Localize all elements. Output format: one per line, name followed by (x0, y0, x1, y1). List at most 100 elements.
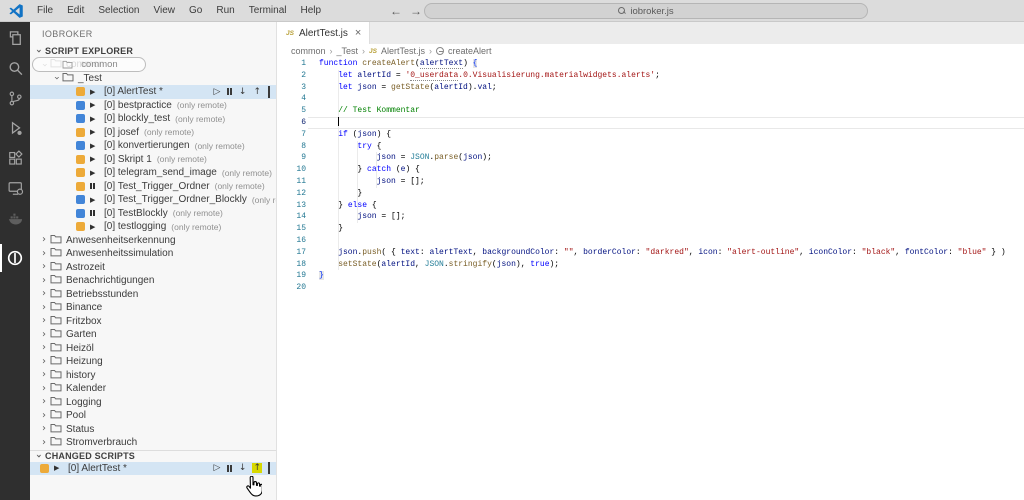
script-item[interactable]: ▶[0] Test_Trigger_Ordner_Blockly(only re… (30, 193, 276, 207)
vscode-logo (8, 3, 24, 19)
code-line[interactable]: 9 json = JSON.parse(json); (278, 152, 1024, 164)
breadcrumb-item[interactable]: createAlert (448, 46, 492, 56)
section-script-explorer[interactable]: › SCRIPT EXPLORER (30, 44, 276, 58)
folder-icon (48, 261, 66, 274)
code-line[interactable]: 12 } (278, 188, 1024, 200)
script-item[interactable]: ▶[0] AlertTest *▷↓↑ (30, 462, 276, 476)
code-line[interactable]: 15 } (278, 223, 1024, 235)
pause-icon[interactable] (226, 88, 233, 95)
folder-icon (60, 72, 78, 85)
chevron-right-icon: › (40, 371, 48, 379)
code-line[interactable]: 16 (278, 235, 1024, 247)
code-line[interactable]: 2 let alertId = '0_userdata.0.Visualisie… (278, 70, 1024, 82)
folder-item[interactable]: ›Fritzbox (30, 315, 276, 329)
source-control-icon[interactable] (0, 84, 30, 112)
code-line[interactable]: 8 try { (278, 141, 1024, 153)
section-changed-scripts[interactable]: › CHANGED SCRIPTS (30, 450, 276, 462)
upload-icon[interactable]: ↑ (252, 463, 262, 473)
code-line[interactable]: 6 (278, 117, 1024, 129)
menu-item-terminal[interactable]: Terminal (242, 2, 294, 19)
script-item[interactable]: ▶[0] AlertTest *▷↓↑ (30, 85, 276, 99)
tab-alerttest[interactable]: JS AlertTest.js × (278, 22, 370, 44)
code-line[interactable]: 7 if (json) { (278, 129, 1024, 141)
folder-item[interactable]: ›Betriebsstunden (30, 288, 276, 302)
folder-item[interactable]: ›Logging (30, 396, 276, 410)
extensions-icon[interactable] (0, 144, 30, 172)
sidebar: IOBROKER › SCRIPT EXPLORER ›common›_Test… (30, 22, 277, 500)
code-line[interactable]: 10 } catch (e) { (278, 164, 1024, 176)
script-item[interactable]: ▶[0] blockly_test(only remote) (30, 112, 276, 126)
close-icon[interactable]: × (355, 27, 361, 39)
tree-find-widget[interactable]: common (32, 57, 146, 72)
menu-item-help[interactable]: Help (294, 2, 329, 19)
docker-icon[interactable] (0, 204, 30, 232)
menu-item-file[interactable]: File (30, 2, 60, 19)
nav-forward-arrow[interactable]: → (410, 4, 422, 18)
menu-item-selection[interactable]: Selection (91, 2, 146, 19)
iobroker-icon[interactable] (0, 244, 30, 272)
script-item[interactable]: ▶[0] telegram_send_image(only remote) (30, 166, 276, 180)
script-item[interactable]: ▶[0] bestpractice(only remote) (30, 99, 276, 113)
breadcrumb-item[interactable]: common (291, 46, 326, 56)
script-item[interactable]: ▶[0] testlogging(only remote) (30, 220, 276, 234)
code-line[interactable]: 20 (278, 282, 1024, 294)
folder-item[interactable]: ›Stromverbrauch (30, 436, 276, 450)
folder-item[interactable]: ›Pool (30, 409, 276, 423)
folder-item[interactable]: ›Kalender (30, 382, 276, 396)
code-line[interactable]: 11 json = []; (278, 176, 1024, 188)
menu-item-run[interactable]: Run (209, 2, 241, 19)
script-item[interactable]: [0] TestBlockly(only remote) (30, 207, 276, 221)
search-icon[interactable] (0, 54, 30, 82)
menu-item-go[interactable]: Go (182, 2, 209, 19)
explorer-icon[interactable] (0, 24, 30, 52)
folder-item[interactable]: ›Garten (30, 328, 276, 342)
script-item[interactable]: ▶[0] konvertierungen(only remote) (30, 139, 276, 153)
remote-explorer-icon[interactable] (0, 174, 30, 202)
chevron-down-icon: › (34, 452, 42, 460)
folder-label: Anwesenheitssimulation (66, 248, 173, 259)
script-item[interactable]: ▶[0] josef(only remote) (30, 126, 276, 140)
code-line[interactable]: 3 let json = getState(alertId).val; (278, 82, 1024, 94)
download-icon[interactable]: ↓ (238, 463, 248, 473)
code-line[interactable]: 17 json.push( { text: alertText, backgro… (278, 247, 1024, 259)
folder-item[interactable]: ›Benachrichtigungen (30, 274, 276, 288)
folder-item[interactable]: ›Anwesenheitssimulation (30, 247, 276, 261)
code-line[interactable]: 13 } else { (278, 200, 1024, 212)
code-line[interactable]: 19} (278, 270, 1024, 282)
code-line[interactable]: 14 json = []; (278, 211, 1024, 223)
run-icon[interactable]: ▷ (212, 463, 221, 473)
folder-item[interactable]: ›Binance (30, 301, 276, 315)
folder-item[interactable]: ›Status (30, 423, 276, 437)
pause-icon[interactable] (226, 465, 233, 472)
open-to-side-icon[interactable] (267, 87, 271, 97)
folder-item[interactable]: ›Astrozeit (30, 261, 276, 275)
folder-item[interactable]: ›Anwesenheitserkennung (30, 234, 276, 248)
open-to-side-icon[interactable] (267, 463, 271, 473)
download-icon[interactable]: ↓ (238, 87, 248, 97)
code-area[interactable]: 1function createAlert(alertText) {2 let … (278, 58, 1024, 500)
script-item[interactable]: ▶[0] Skript 1(only remote) (30, 153, 276, 167)
folder-item[interactable]: ›Heizung (30, 355, 276, 369)
folder-item[interactable]: ›Heizöl (30, 342, 276, 356)
menu-item-view[interactable]: View (147, 2, 183, 19)
code-line[interactable]: 18 setState(alertId, JSON.stringify(json… (278, 259, 1024, 271)
line-content: function createAlert(alertText) { (319, 58, 477, 70)
upload-icon[interactable]: ↑ (252, 87, 262, 97)
run-debug-icon[interactable] (0, 114, 30, 142)
breadcrumb-item[interactable]: AlertTest.js (381, 46, 425, 56)
script-item[interactable]: [0] Test_Trigger_Ordner(only remote) (30, 180, 276, 194)
play-icon: ▶ (90, 223, 100, 231)
menu-item-edit[interactable]: Edit (60, 2, 91, 19)
command-center-search[interactable]: iobroker.js (424, 3, 868, 19)
breadcrumb-item[interactable]: _Test (337, 46, 359, 56)
chevron-right-icon: › (40, 398, 48, 406)
run-icon[interactable]: ▷ (212, 87, 221, 97)
folder-item[interactable]: ›_Test (30, 72, 276, 86)
nav-back-arrow[interactable]: ← (390, 4, 402, 18)
code-line[interactable]: 5 // Test Kommentar (278, 105, 1024, 117)
folder-item[interactable]: ›history (30, 369, 276, 383)
chevron-right-icon: › (40, 425, 48, 433)
line-number: 8 (278, 141, 306, 153)
code-line[interactable]: 1function createAlert(alertText) { (278, 58, 1024, 70)
code-line[interactable]: 4 (278, 93, 1024, 105)
